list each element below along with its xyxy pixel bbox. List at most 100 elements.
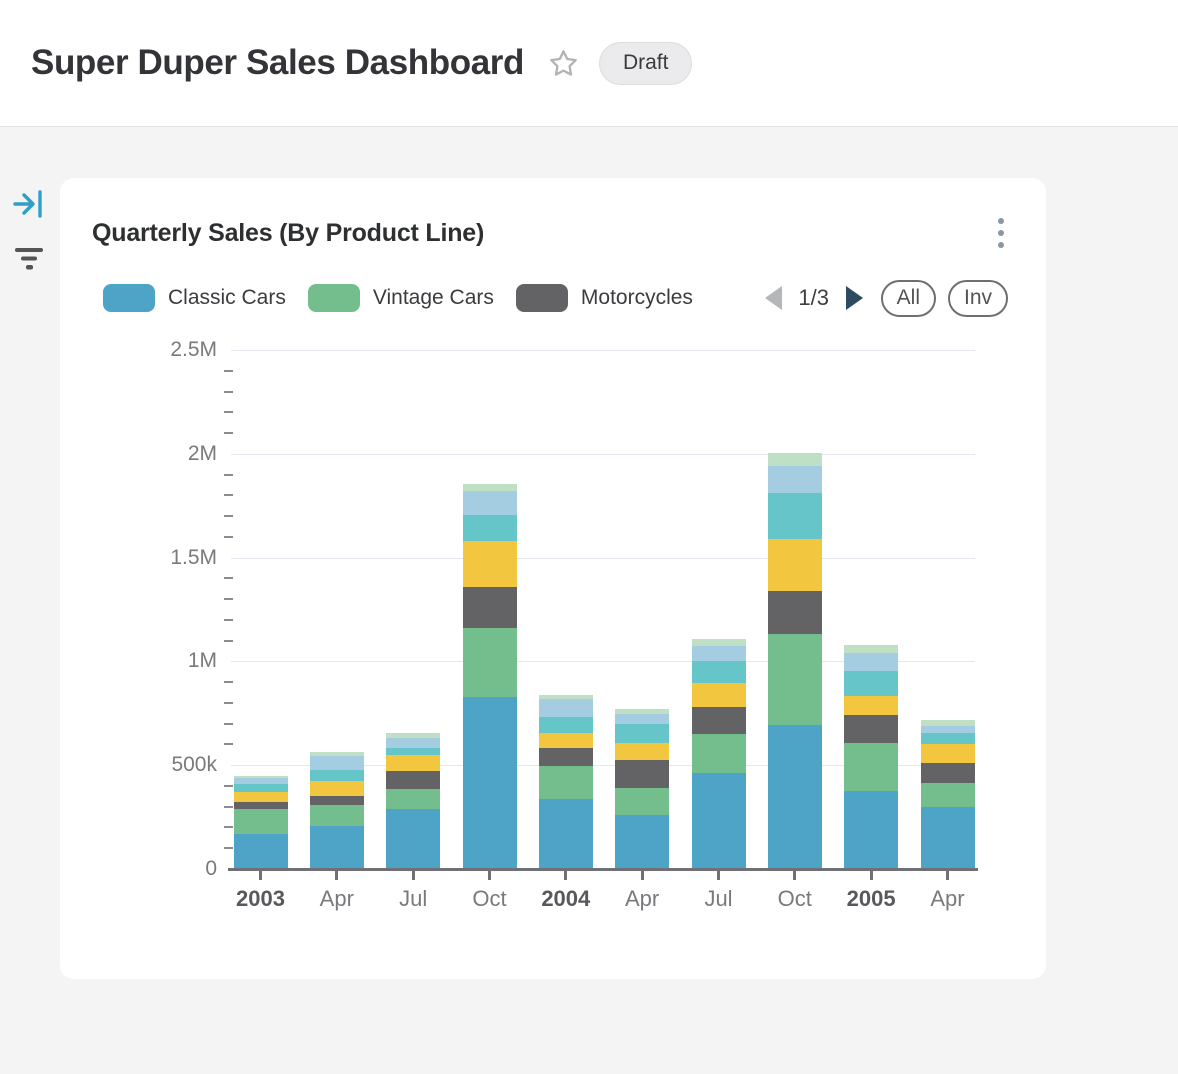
- bar-stack[interactable]: [768, 453, 822, 869]
- bar-segment[interactable]: [386, 748, 440, 755]
- bar-segment[interactable]: [539, 717, 593, 733]
- bar-segment[interactable]: [234, 802, 288, 809]
- bar-segment[interactable]: [310, 805, 364, 826]
- invert-selection-button[interactable]: Inv: [948, 280, 1008, 317]
- bar-segment[interactable]: [615, 743, 669, 760]
- bar-segment[interactable]: [463, 541, 517, 587]
- bar-segment[interactable]: [615, 724, 669, 743]
- bar-segment[interactable]: [692, 661, 746, 683]
- select-all-button[interactable]: All: [881, 280, 936, 317]
- legend-controls-row: Classic CarsVintage CarsMotorcycles 1/3 …: [103, 280, 1008, 316]
- bar-segment[interactable]: [615, 788, 669, 815]
- bar-segment[interactable]: [844, 743, 898, 791]
- favorite-star-icon[interactable]: [548, 48, 579, 79]
- bar-segment[interactable]: [615, 760, 669, 788]
- collapse-panel-icon[interactable]: [12, 189, 46, 219]
- bar-stack[interactable]: [386, 733, 440, 869]
- bar-segment[interactable]: [310, 756, 364, 770]
- bar-stack[interactable]: [463, 484, 517, 869]
- x-axis-tick: [946, 871, 949, 880]
- bar-segment[interactable]: [844, 696, 898, 715]
- bar-segment[interactable]: [615, 815, 669, 869]
- bar-segment[interactable]: [921, 763, 975, 783]
- gridline: [231, 558, 975, 559]
- y-axis-label: 2M: [141, 442, 217, 466]
- bar-segment[interactable]: [768, 466, 822, 493]
- y-axis-minor-tick: [224, 515, 233, 517]
- bar-segment[interactable]: [539, 733, 593, 748]
- bar-segment[interactable]: [921, 726, 975, 734]
- bar-segment[interactable]: [386, 771, 440, 789]
- bar-segment[interactable]: [692, 707, 746, 734]
- bar-segment[interactable]: [386, 789, 440, 809]
- x-axis-tick: [335, 871, 338, 880]
- kebab-menu-icon[interactable]: [990, 214, 1012, 252]
- bar-segment[interactable]: [310, 796, 364, 805]
- bar-segment[interactable]: [921, 783, 975, 807]
- bar-segment[interactable]: [768, 539, 822, 592]
- bar-stack[interactable]: [615, 709, 669, 869]
- y-axis-minor-tick: [224, 391, 233, 393]
- bar-segment[interactable]: [844, 653, 898, 671]
- bar-segment[interactable]: [234, 834, 288, 869]
- bar-segment[interactable]: [768, 725, 822, 869]
- bar-segment[interactable]: [921, 744, 975, 763]
- bar-stack[interactable]: [234, 776, 288, 869]
- y-axis-minor-tick: [224, 598, 233, 600]
- x-axis-tick: [870, 871, 873, 880]
- legend: Classic Cars Vintage Cars Motorcycles: [103, 284, 715, 312]
- legend-item[interactable]: Classic Cars: [103, 284, 286, 312]
- bar-segment[interactable]: [539, 766, 593, 799]
- bar-segment[interactable]: [844, 645, 898, 653]
- bar-stack[interactable]: [310, 752, 364, 869]
- next-page-icon[interactable]: [846, 286, 863, 310]
- bar-segment[interactable]: [692, 639, 746, 646]
- prev-page-icon[interactable]: [765, 286, 782, 310]
- bar-segment[interactable]: [692, 683, 746, 707]
- bar-segment[interactable]: [463, 491, 517, 515]
- y-axis-minor-tick: [224, 806, 233, 808]
- bar-segment[interactable]: [234, 784, 288, 791]
- bar-segment[interactable]: [310, 826, 364, 869]
- legend-item[interactable]: Vintage Cars: [308, 284, 494, 312]
- bar-segment[interactable]: [921, 807, 975, 869]
- legend-swatch: [103, 284, 155, 312]
- bar-segment[interactable]: [615, 714, 669, 724]
- legend-item[interactable]: Motorcycles: [516, 284, 693, 312]
- filter-icon[interactable]: [11, 244, 47, 272]
- bar-segment[interactable]: [386, 809, 440, 869]
- bar-segment[interactable]: [463, 484, 517, 491]
- y-axis-minor-tick: [224, 640, 233, 642]
- y-axis-label: 0: [141, 857, 217, 881]
- bar-segment[interactable]: [386, 755, 440, 771]
- bar-segment[interactable]: [463, 628, 517, 697]
- bar-segment[interactable]: [768, 493, 822, 539]
- bar-segment[interactable]: [234, 792, 288, 802]
- bar-segment[interactable]: [921, 733, 975, 744]
- bar-segment[interactable]: [310, 770, 364, 781]
- bar-segment[interactable]: [768, 634, 822, 725]
- bar-segment[interactable]: [539, 748, 593, 766]
- chart-plot: 2.5M2M1.5M1M500k02003AprJulOct2004AprJul…: [231, 350, 975, 869]
- bar-segment[interactable]: [539, 799, 593, 869]
- bar-segment[interactable]: [539, 699, 593, 717]
- y-axis-minor-tick: [224, 847, 233, 849]
- bar-stack[interactable]: [539, 695, 593, 869]
- bar-stack[interactable]: [692, 639, 746, 869]
- bar-segment[interactable]: [768, 453, 822, 466]
- bar-segment[interactable]: [692, 646, 746, 661]
- bar-segment[interactable]: [310, 781, 364, 796]
- bar-segment[interactable]: [463, 587, 517, 629]
- bar-segment[interactable]: [463, 515, 517, 541]
- bar-segment[interactable]: [692, 734, 746, 773]
- bar-stack[interactable]: [844, 645, 898, 869]
- bar-segment[interactable]: [844, 715, 898, 743]
- bar-segment[interactable]: [692, 773, 746, 869]
- bar-stack[interactable]: [921, 720, 975, 869]
- bar-segment[interactable]: [844, 791, 898, 869]
- bar-segment[interactable]: [844, 671, 898, 696]
- bar-segment[interactable]: [386, 738, 440, 748]
- bar-segment[interactable]: [768, 591, 822, 634]
- bar-segment[interactable]: [234, 809, 288, 834]
- bar-segment[interactable]: [463, 697, 517, 869]
